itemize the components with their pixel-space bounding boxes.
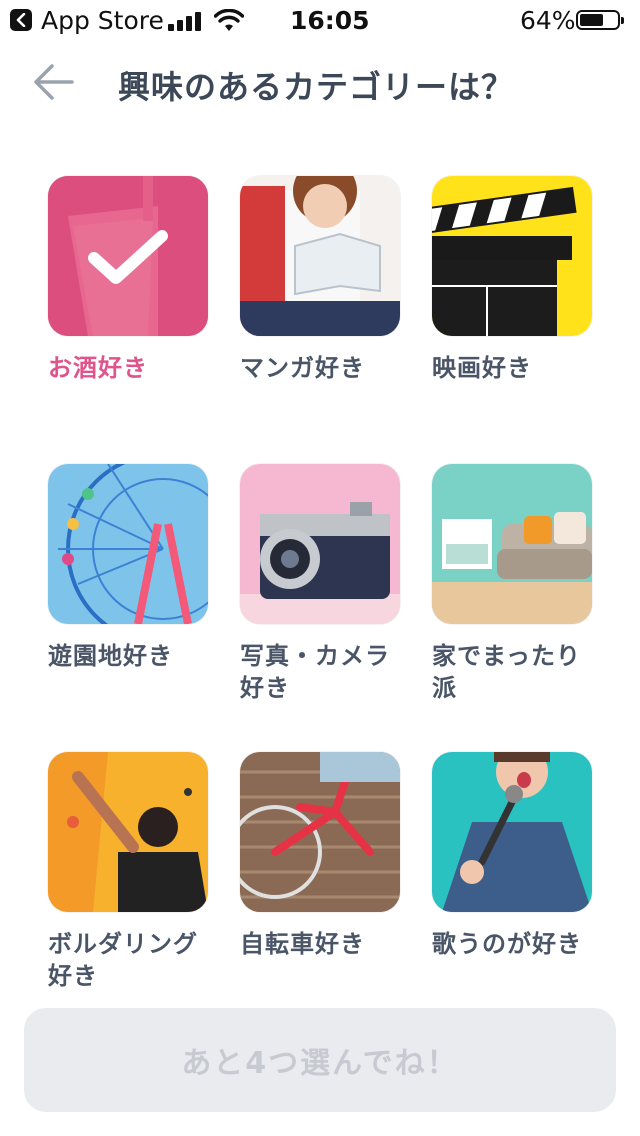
cellular-signal-icon — [168, 11, 202, 31]
category-tile-sake[interactable]: お酒好き — [48, 176, 208, 384]
battery-percentage: 64% — [520, 6, 576, 35]
category-label: 写真・カメラ好き — [240, 642, 390, 702]
sake-image — [48, 176, 208, 336]
category-tile-camera[interactable]: 写真・カメラ好き — [240, 464, 400, 704]
category-tile-amusement-park[interactable]: 遊園地好き — [48, 464, 208, 672]
back-to-app-icon[interactable] — [10, 9, 32, 31]
camera-image — [240, 464, 400, 624]
category-label: 家でまったり派 — [432, 642, 582, 702]
category-tile-singing[interactable]: 歌うのが好き — [432, 752, 592, 960]
wifi-icon — [214, 9, 244, 31]
singing-image — [432, 752, 592, 912]
screen: App Store 16:05 64% 興味のあるカテゴリーは？ お酒好き マン… — [0, 0, 640, 1136]
manga-image — [240, 176, 400, 336]
bouldering-image — [48, 752, 208, 912]
continue-button[interactable]: あと4つ選んでね！ — [24, 1008, 616, 1112]
category-label: 自転車好き — [240, 930, 365, 958]
battery-icon — [576, 10, 624, 30]
category-tile-movies[interactable]: 映画好き — [432, 176, 592, 384]
category-tile-cycling[interactable]: 自転車好き — [240, 752, 400, 960]
category-tile-manga[interactable]: マンガ好き — [240, 176, 400, 384]
back-app-label[interactable]: App Store — [41, 6, 164, 35]
category-label: お酒好き — [48, 354, 148, 382]
status-bar: App Store 16:05 64% — [0, 0, 640, 40]
category-label: 歌うのが好き — [432, 930, 582, 958]
ferris-wheel-image — [48, 464, 208, 624]
arrow-left-icon[interactable] — [30, 58, 78, 106]
category-label: ボルダリング好き — [48, 930, 198, 990]
checkmark-icon — [88, 230, 168, 284]
movies-image — [432, 176, 592, 336]
category-label: マンガ好き — [240, 354, 365, 382]
category-label: 遊園地好き — [48, 642, 173, 670]
category-tile-relax-home[interactable]: 家でまったり派 — [432, 464, 592, 704]
category-label: 映画好き — [432, 354, 532, 382]
category-tile-bouldering[interactable]: ボルダリング好き — [48, 752, 208, 992]
page-title: 興味のあるカテゴリーは？ — [118, 68, 515, 106]
sofa-image — [432, 464, 592, 624]
status-time: 16:05 — [290, 6, 370, 35]
bicycle-image — [240, 752, 400, 912]
